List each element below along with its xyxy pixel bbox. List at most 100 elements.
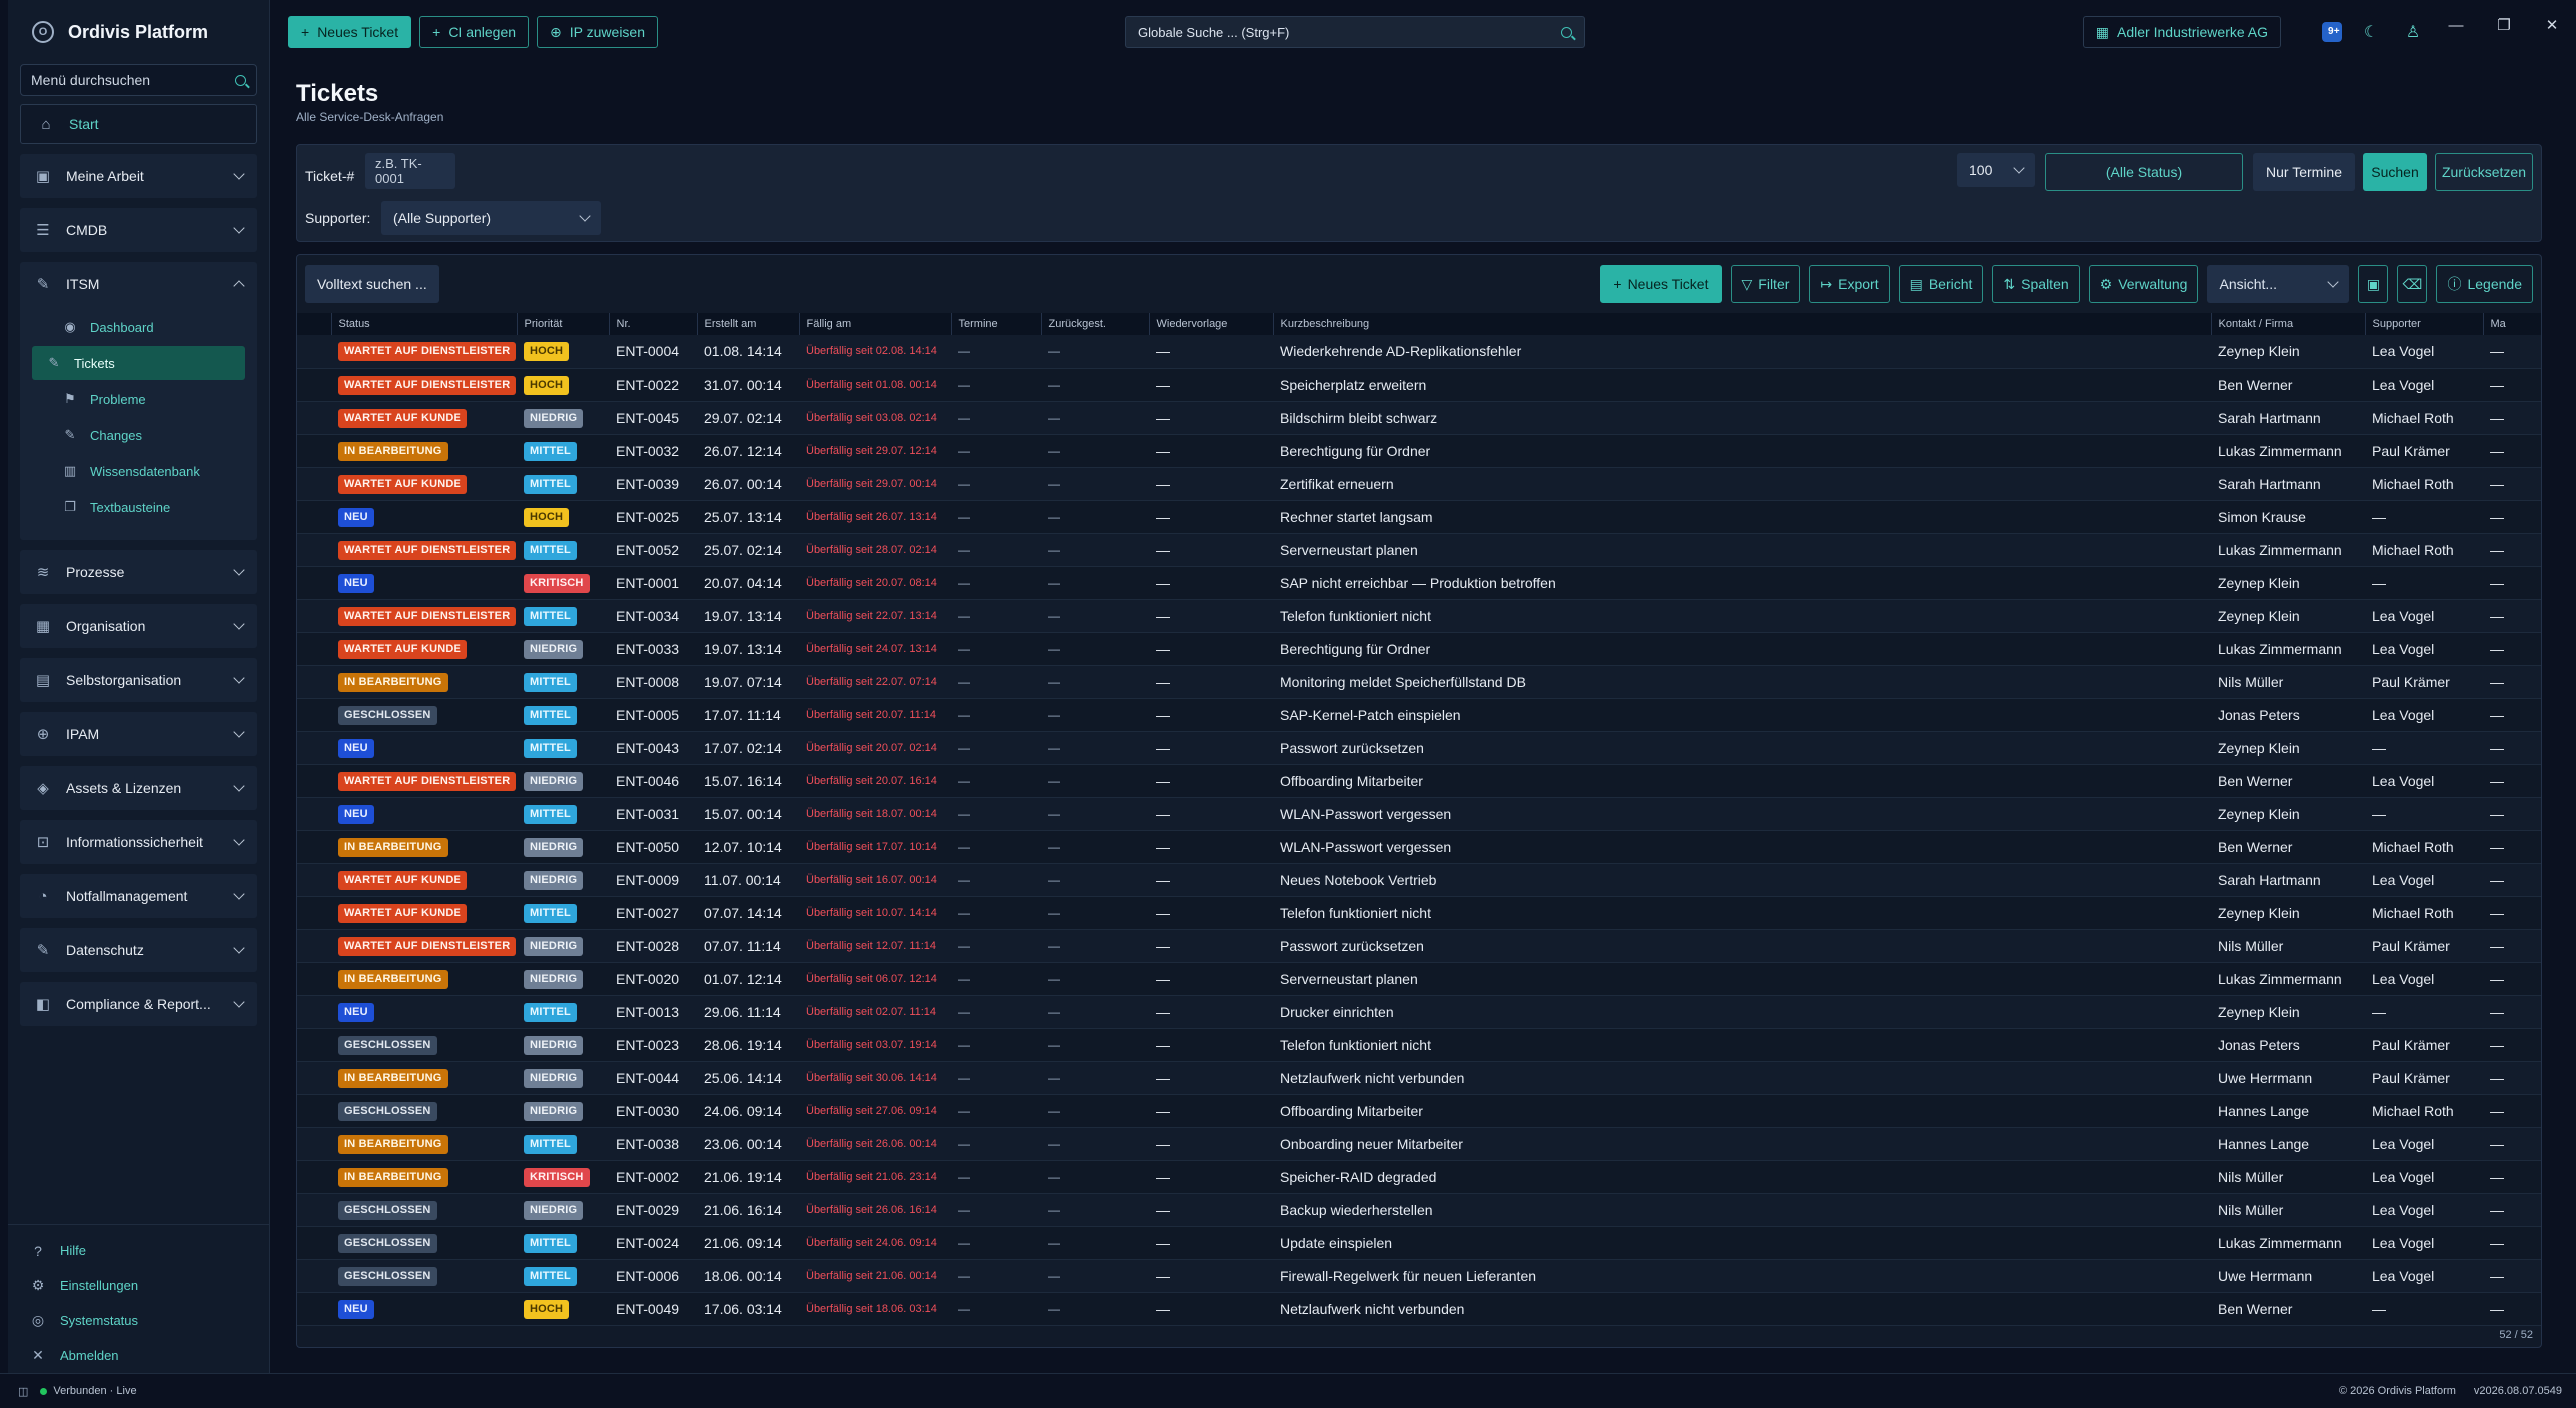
table-row[interactable]: WARTET AUF DIENSTLEISTER MITTEL ENT-0034 19… [297,599,2541,633]
maximize-icon[interactable]: ❐ [2480,0,2528,50]
sidebar-item-wissensdatenbank[interactable]: ▥ Wissensdatenbank [32,454,245,488]
table-row[interactable]: WARTET AUF KUNDE NIEDRIG ENT-0045 29.07. 02… [297,401,2541,435]
sidebar-item-probleme[interactable]: ⚑ Probleme [32,382,245,416]
column-header[interactable]: Supporter [2365,313,2484,335]
only-dates-toggle[interactable]: Nur Termine [2253,153,2355,191]
column-header[interactable]: Kurzbeschreibung [1273,313,2212,335]
sidebar-group-assets[interactable]: ◈ Assets & Lizenzen [20,766,257,810]
supporter-select[interactable]: (Alle Supporter) [381,201,601,235]
table-row[interactable]: GESCHLOSSEN NIEDRIG ENT-0023 28.06. 19:14 Üb… [297,1028,2541,1062]
table-row[interactable]: NEU MITTEL ENT-0013 29.06. 11:14 Überfällig … [297,995,2541,1029]
sidebar-item-systemstatus[interactable]: ◎ Systemstatus [8,1303,269,1338]
table-row[interactable]: IN BEARBEITUNG NIEDRIG ENT-0050 12.07. 10:1… [297,830,2541,864]
admin-button[interactable]: ⚙ Verwaltung [2088,265,2199,303]
table-row[interactable]: WARTET AUF KUNDE NIEDRIG ENT-0009 11.07. 00… [297,863,2541,897]
table-row[interactable]: WARTET AUF DIENSTLEISTER HOCH ENT-0004 01.0… [297,335,2541,369]
sidebar-group-informationssicherheit[interactable]: ⊡ Informationssicherheit [20,820,257,864]
sidebar-group-compliance[interactable]: ◧ Compliance & Report... [20,982,257,1026]
table-row[interactable]: IN BEARBEITUNG NIEDRIG ENT-0044 25.06. 14:1… [297,1061,2541,1095]
filter-button[interactable]: ▽ Filter [1730,265,1801,303]
table-row[interactable]: GESCHLOSSEN MITTEL ENT-0005 17.07. 11:14 Übe… [297,698,2541,732]
table-row[interactable]: IN BEARBEITUNG NIEDRIG ENT-0020 01.07. 12:1… [297,962,2541,996]
column-header[interactable]: Fällig am [799,313,952,335]
report-button[interactable]: ▤ Bericht [1898,265,1984,303]
table-row[interactable]: WARTET AUF DIENSTLEISTER HOCH ENT-0022 31.0… [297,368,2541,402]
sidebar-item-hilfe[interactable]: ? Hilfe [8,1233,269,1268]
notification-badge[interactable]: 9+ [2322,22,2342,42]
search-button[interactable]: Suchen [2363,153,2427,191]
sidebar-group-organisation[interactable]: ▦ Organisation [20,604,257,648]
ticket-number-input[interactable]: z.B. TK-0001 [365,153,455,189]
table-row[interactable]: NEU KRITISCH ENT-0001 20.07. 04:14 Überfälli… [297,566,2541,600]
column-header[interactable]: Status [331,313,518,335]
legend-button[interactable]: ⓘ Legende [2436,265,2533,303]
table-row[interactable]: WARTET AUF DIENSTLEISTER NIEDRIG ENT-0028 0… [297,929,2541,963]
column-header[interactable]: Nr. [609,313,698,335]
status-select[interactable]: (Alle Status) [2045,153,2243,191]
column-header[interactable]: Erstellt am [697,313,800,335]
global-search-input[interactable]: Globale Suche ... (Strg+F) [1125,16,1585,48]
table-row[interactable]: WARTET AUF KUNDE MITTEL ENT-0039 26.07. 00:… [297,467,2541,501]
column-header[interactable]: Zurückgest. [1041,313,1150,335]
close-window-icon[interactable]: ✕ [2528,0,2576,50]
sidebar-group-ipam[interactable]: ⊕ IPAM [20,712,257,756]
sidebar-group-itsm-header[interactable]: ✎ ITSM [20,262,257,306]
delete-view-button[interactable]: ⌫ [2397,265,2428,303]
view-select[interactable]: Ansicht... [2207,265,2350,303]
sidebar-item-textbausteine[interactable]: ❐ Textbausteine [32,490,245,524]
new-ticket-button[interactable]: + Neues Ticket [1600,265,1722,303]
save-view-button[interactable]: ▣ [2358,265,2389,303]
sidebar-item-start[interactable]: ⌂ Start [20,104,257,144]
sidebar-group-cmdb[interactable]: ☰ CMDB [20,208,257,252]
minimize-icon[interactable]: — [2432,0,2480,50]
status-badge-cell: IN BEARBEITUNG [331,1127,517,1161]
ci-create-button[interactable]: + CI anlegen [419,16,530,48]
table-row[interactable]: WARTET AUF KUNDE MITTEL ENT-0027 07.07. 14:… [297,896,2541,930]
sidebar-group-datenschutz[interactable]: ✎ Datenschutz [20,928,257,972]
search-icon[interactable] [235,74,246,86]
column-header[interactable]: Kontakt / Firma [2211,313,2366,335]
table-row[interactable]: WARTET AUF DIENSTLEISTER NIEDRIG ENT-0046 1… [297,764,2541,798]
table-row[interactable]: IN BEARBEITUNG MITTEL ENT-0038 23.06. 00:14… [297,1127,2541,1161]
sidebar-toggle-icon[interactable]: ◫ [18,1385,28,1398]
table-row[interactable]: NEU HOCH ENT-0049 17.06. 03:14 Überfällig se… [297,1292,2541,1326]
sidebar-group-prozesse[interactable]: ≋ Prozesse [20,550,257,594]
sidebar-group-selbstorganisation[interactable]: ▤ Selbstorganisation [20,658,257,702]
sidebar-item-changes[interactable]: ✎ Changes [32,418,245,452]
company-selector[interactable]: ▦ Adler Industriewerke AG [2082,16,2281,48]
table-row[interactable]: IN BEARBEITUNG KRITISCH ENT-0002 21.06. 19:… [297,1160,2541,1194]
menu-search[interactable] [20,64,257,96]
user-icon[interactable]: ♙ [2400,19,2426,45]
sidebar-item-abmelden[interactable]: ✕ Abmelden [8,1338,269,1373]
sidebar-item-einstellungen[interactable]: ⚙ Einstellungen [8,1268,269,1303]
column-header[interactable]: Ma [2483,313,2541,335]
theme-toggle-icon[interactable]: ☾ [2358,19,2384,45]
table-row[interactable]: IN BEARBEITUNG MITTEL ENT-0008 19.07. 07:14… [297,665,2541,699]
table-row[interactable]: NEU MITTEL ENT-0043 17.07. 02:14 Überfällig … [297,731,2541,765]
table-row[interactable]: WARTET AUF DIENSTLEISTER MITTEL ENT-0052 25… [297,533,2541,567]
sidebar-item-dashboard[interactable]: ◉ Dashboard [32,310,245,344]
table-row[interactable]: WARTET AUF KUNDE NIEDRIG ENT-0033 19.07. 13… [297,632,2541,666]
limit-select[interactable]: 100 [1957,153,2035,187]
column-header[interactable]: Priorität [517,313,610,335]
menu-search-input[interactable] [31,72,231,88]
columns-button[interactable]: ⇅ Spalten [1992,265,2080,303]
ip-assign-button[interactable]: ⊕ IP zuweisen [537,16,658,48]
column-header[interactable]: Wiedervorlage [1149,313,1274,335]
column-header-select[interactable] [297,313,332,335]
table-row[interactable]: NEU MITTEL ENT-0031 15.07. 00:14 Überfällig … [297,797,2541,831]
export-button[interactable]: ↦ Export [1809,265,1890,303]
reset-button[interactable]: Zurücksetzen [2435,153,2533,191]
table-row[interactable]: GESCHLOSSEN NIEDRIG ENT-0029 21.06. 16:14 Üb… [297,1193,2541,1227]
sidebar-item-tickets[interactable]: ✎ Tickets [32,346,245,380]
table-row[interactable]: NEU HOCH ENT-0025 25.07. 13:14 Überfällig se… [297,500,2541,534]
fulltext-search-input[interactable]: Volltext suchen ... [305,265,439,303]
table-row[interactable]: GESCHLOSSEN MITTEL ENT-0024 21.06. 09:14 Übe… [297,1226,2541,1260]
table-row[interactable]: IN BEARBEITUNG MITTEL ENT-0032 26.07. 12:14… [297,434,2541,468]
sidebar-group-meine-arbeit[interactable]: ▣ Meine Arbeit [20,154,257,198]
table-row[interactable]: GESCHLOSSEN MITTEL ENT-0006 18.06. 00:14 Übe… [297,1259,2541,1293]
sidebar-group-notfallmanagement[interactable]: ◔ Notfallmanagement [20,874,257,918]
table-row[interactable]: GESCHLOSSEN NIEDRIG ENT-0030 24.06. 09:14 Üb… [297,1094,2541,1128]
new-ticket-button[interactable]: + Neues Ticket [288,16,412,48]
column-header[interactable]: Termine [951,313,1042,335]
